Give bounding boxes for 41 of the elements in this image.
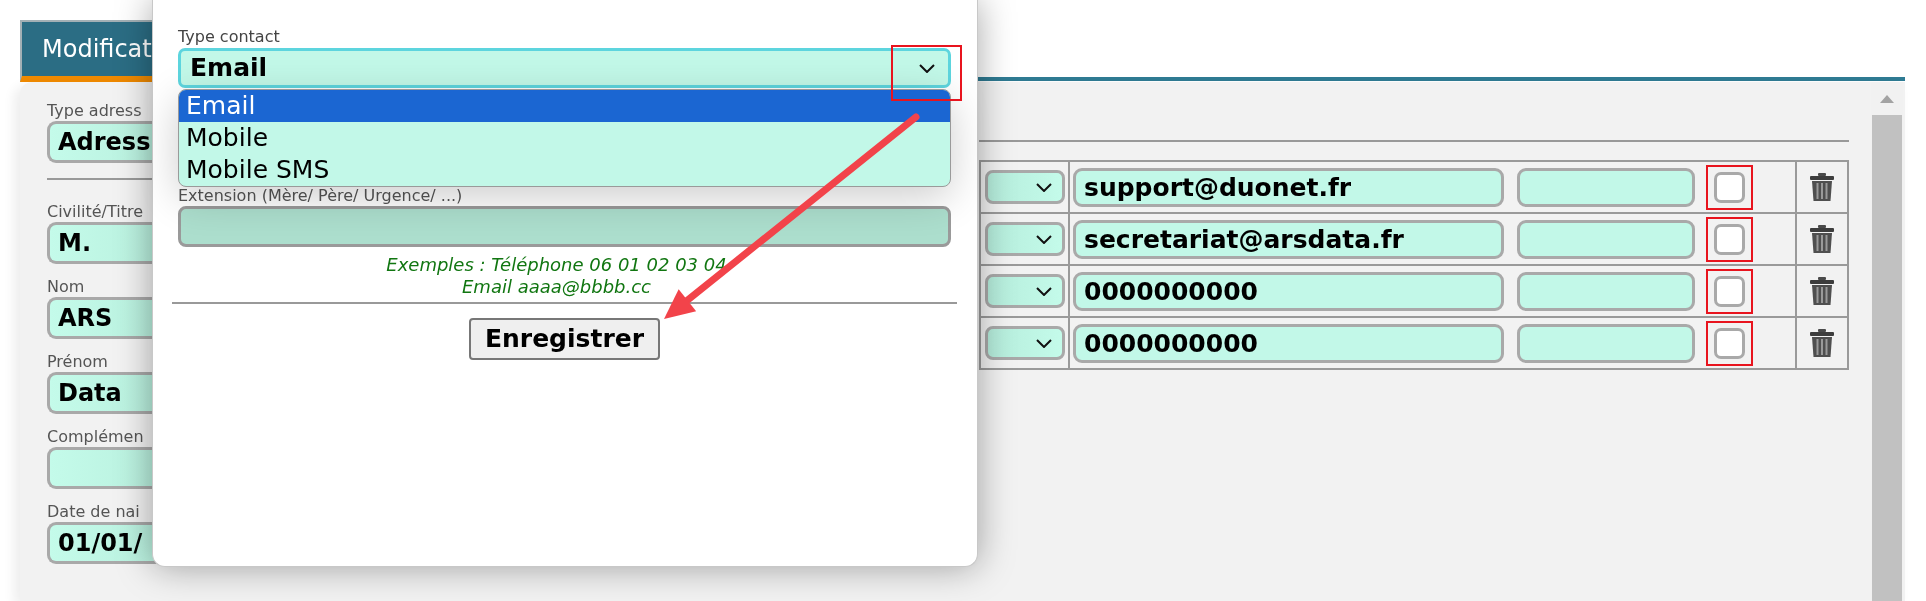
contact-type-select[interactable]: Email — [178, 48, 951, 88]
field-label: Nom — [47, 277, 85, 296]
extension-input[interactable] — [1517, 167, 1695, 207]
chevron-down-icon — [1036, 286, 1052, 296]
dropdown-option[interactable]: Email — [179, 90, 950, 122]
dropdown-option[interactable]: Mobile SMS — [179, 154, 950, 186]
contact-input[interactable]: support@duonet.fr — [1073, 167, 1504, 207]
extension-input[interactable] — [1517, 219, 1695, 259]
trash-icon[interactable] — [1810, 225, 1834, 253]
type-select[interactable] — [985, 326, 1065, 360]
hint-text: Email aaaa@bbbb.cc — [462, 276, 651, 298]
save-button[interactable]: Enregistrer — [468, 318, 661, 360]
extension-input[interactable] — [1517, 271, 1695, 311]
dropdown-option[interactable]: Mobile — [179, 122, 950, 154]
field-label: Extension (Mère/ Père/ Urgence/ ...) — [178, 187, 464, 204]
field-label: Type adress — [47, 101, 142, 120]
checkbox[interactable] — [1714, 171, 1745, 203]
type-select[interactable] — [985, 274, 1065, 308]
scroll-up-icon[interactable] — [1880, 94, 1894, 103]
trash-icon[interactable] — [1810, 329, 1834, 357]
checkbox[interactable] — [1714, 275, 1745, 307]
field-label: Date de nai — [47, 502, 140, 521]
type-select[interactable] — [985, 222, 1065, 256]
field-label: Type contact — [178, 27, 281, 46]
checkbox[interactable] — [1714, 223, 1745, 255]
type-select[interactable] — [985, 170, 1065, 204]
extension-input[interactable] — [1517, 323, 1695, 363]
contact-input[interactable]: 0000000000 — [1073, 323, 1504, 363]
contact-input[interactable]: 0000000000 — [1073, 271, 1504, 311]
trash-icon[interactable] — [1810, 277, 1834, 305]
extension-input[interactable] — [178, 206, 951, 247]
chevron-down-icon — [919, 63, 935, 73]
chevron-down-icon — [1036, 182, 1052, 192]
field-label: Complémen — [47, 427, 144, 446]
checkbox[interactable] — [1714, 327, 1745, 359]
contact-input[interactable]: secretariat@arsdata.fr — [1073, 219, 1504, 259]
chevron-down-icon — [1036, 234, 1052, 244]
field-label: Civilité/Titre — [47, 202, 143, 221]
trash-icon[interactable] — [1810, 173, 1834, 201]
chevron-down-icon — [1036, 338, 1052, 348]
field-label: Prénom — [47, 352, 108, 371]
